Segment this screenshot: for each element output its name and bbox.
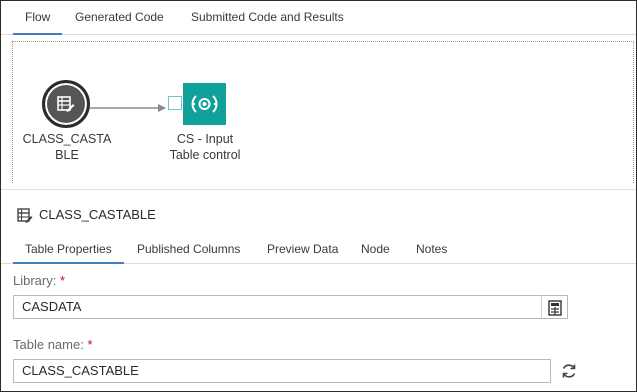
tab-notes[interactable]: Notes bbox=[416, 242, 447, 264]
tab-node[interactable]: Node bbox=[361, 242, 390, 264]
table-name-label: Table name: * bbox=[13, 337, 93, 352]
panel-divider[interactable] bbox=[1, 189, 636, 190]
table-edit-icon bbox=[17, 208, 33, 223]
control-node-label-line2: Table control bbox=[169, 148, 241, 162]
tab-generated-code[interactable]: Generated Code bbox=[75, 10, 164, 35]
properties-tab-bar: Table Properties Published Columns Previ… bbox=[1, 237, 636, 264]
tab-published-columns[interactable]: Published Columns bbox=[137, 242, 240, 264]
window-frame: Flow Generated Code Submitted Code and R… bbox=[0, 0, 637, 392]
input-control-icon bbox=[191, 95, 218, 113]
required-marker: * bbox=[87, 337, 93, 352]
tab-preview-data[interactable]: Preview Data bbox=[267, 242, 338, 264]
library-field[interactable]: CASDATA bbox=[13, 295, 542, 319]
table-node-label: CLASS_CASTA BLE bbox=[15, 131, 119, 163]
table-node[interactable] bbox=[42, 80, 90, 128]
browse-library-button[interactable] bbox=[541, 295, 568, 319]
input-port[interactable] bbox=[168, 96, 182, 110]
properties-title: CLASS_CASTABLE bbox=[39, 207, 156, 222]
table-node-label-line1: CLASS_CASTA bbox=[22, 132, 112, 146]
tab-submitted-code-and-results[interactable]: Submitted Code and Results bbox=[191, 10, 344, 35]
refresh-icon bbox=[562, 364, 576, 378]
library-label: Library: * bbox=[13, 273, 65, 288]
flow-connector[interactable] bbox=[90, 103, 170, 113]
browse-library-icon bbox=[548, 300, 562, 316]
control-node[interactable] bbox=[183, 83, 226, 125]
table-name-field[interactable]: CLASS_CASTABLE bbox=[13, 359, 551, 383]
refresh-button[interactable] bbox=[559, 361, 579, 381]
top-tab-bar: Flow Generated Code Submitted Code and R… bbox=[1, 1, 636, 35]
library-label-text: Library: bbox=[13, 273, 57, 288]
tab-flow[interactable]: Flow bbox=[13, 10, 63, 35]
control-node-label-line1: CS - Input bbox=[176, 132, 234, 146]
table-name-label-text: Table name: bbox=[13, 337, 84, 352]
table-edit-icon bbox=[57, 96, 75, 112]
tab-table-properties[interactable]: Table Properties bbox=[13, 242, 124, 264]
required-marker: * bbox=[59, 273, 66, 288]
table-node-label-line2: BLE bbox=[55, 148, 79, 162]
control-node-label: CS - Input Table control bbox=[151, 131, 259, 163]
